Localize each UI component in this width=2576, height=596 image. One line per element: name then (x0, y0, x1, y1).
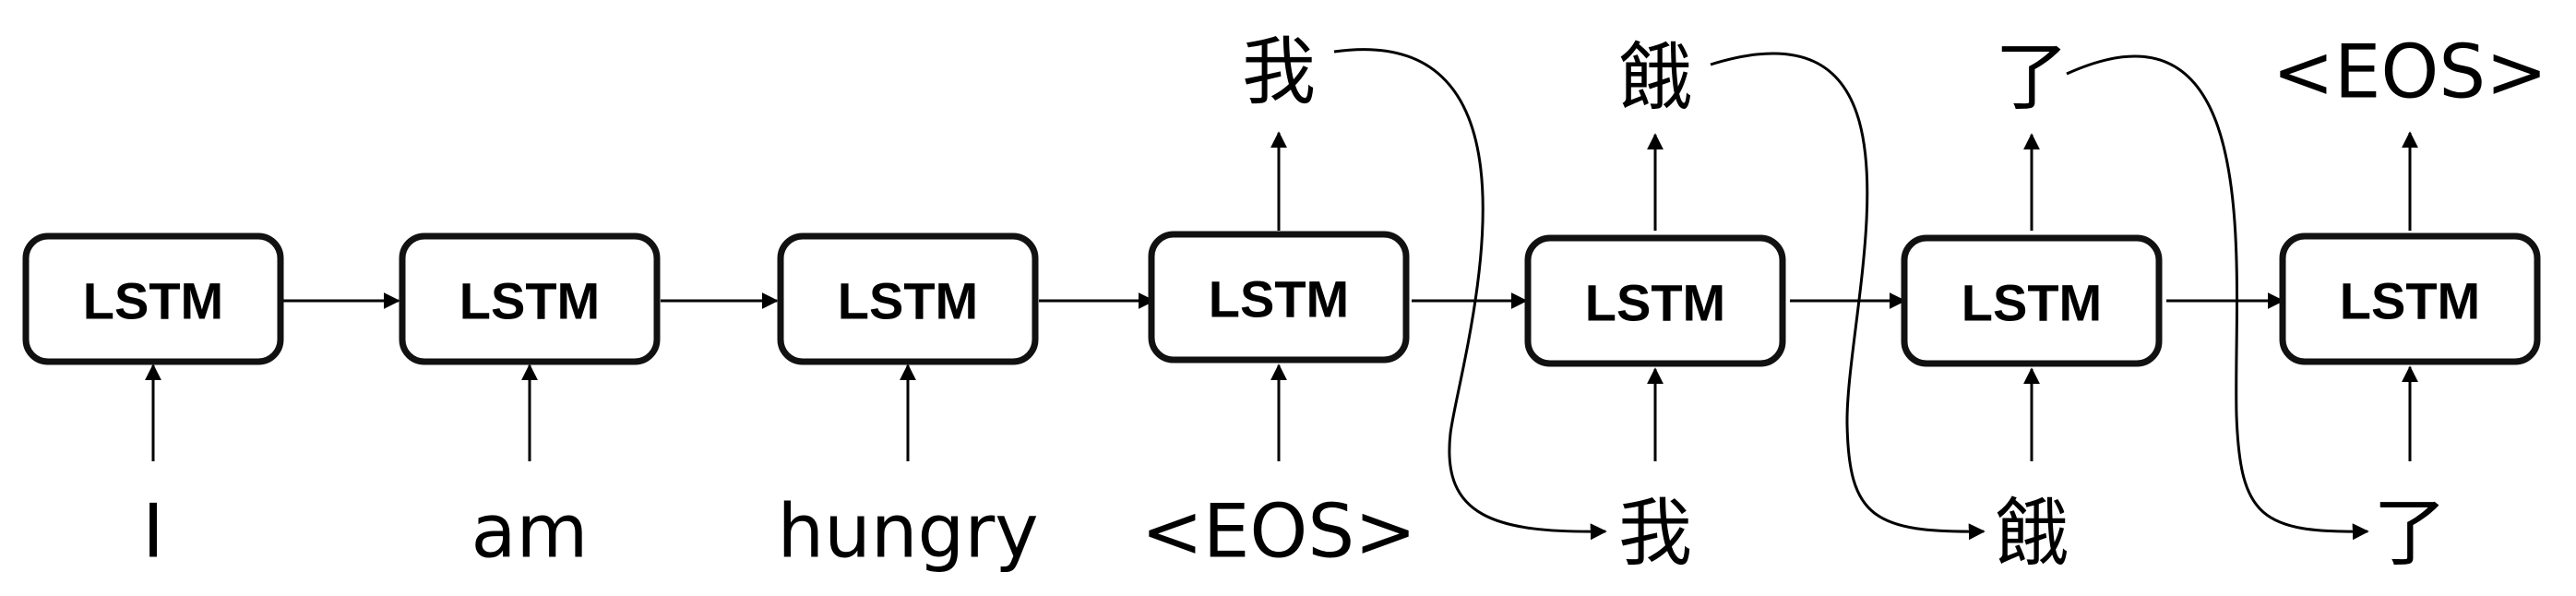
lstm-cell: LSTM (1148, 231, 1410, 364)
output-token: 我 (1242, 30, 1316, 115)
input-token: 餓 (1995, 491, 2069, 577)
lstm-cell: LSTM (2279, 232, 2541, 365)
lstm-cell-label: LSTM (1585, 274, 1725, 332)
lstm-cell-label: LSTM (1209, 270, 1349, 328)
input-token: hungry (777, 489, 1038, 575)
lstm-cell-label: LSTM (838, 272, 978, 330)
lstm-cell: LSTM (399, 232, 661, 365)
input-arrows (145, 364, 2418, 461)
lstm-cells: LSTM LSTM LSTM LSTM LSTM LSTM LSTM (22, 231, 2541, 367)
input-token: am (471, 489, 589, 575)
output-token: <EOS> (2272, 30, 2547, 115)
lstm-cell-label: LSTM (1962, 274, 2102, 332)
lstm-cell: LSTM (1901, 234, 2163, 367)
input-token: <EOS> (1141, 489, 1416, 575)
input-token: 我 (1618, 491, 1692, 577)
lstm-cell-label: LSTM (2340, 272, 2480, 330)
lstm-cell: LSTM (1524, 234, 1786, 367)
input-token: 了 (2373, 491, 2447, 577)
encoder-decoder-diagram: LSTM LSTM LSTM LSTM LSTM LSTM LSTM I am (22, 30, 2547, 577)
lstm-cell-label: LSTM (459, 272, 600, 330)
input-token: I (142, 489, 164, 575)
feedback-curves (1333, 48, 2369, 541)
lstm-cell-label: LSTM (83, 272, 223, 330)
input-tokens: I am hungry <EOS> 我 餓 了 (142, 489, 2447, 577)
output-token: 了 (1995, 35, 2069, 121)
output-token: 餓 (1618, 35, 1692, 121)
output-arrows (1270, 131, 2418, 231)
lstm-cell: LSTM (22, 232, 284, 365)
lstm-cell: LSTM (777, 232, 1039, 365)
